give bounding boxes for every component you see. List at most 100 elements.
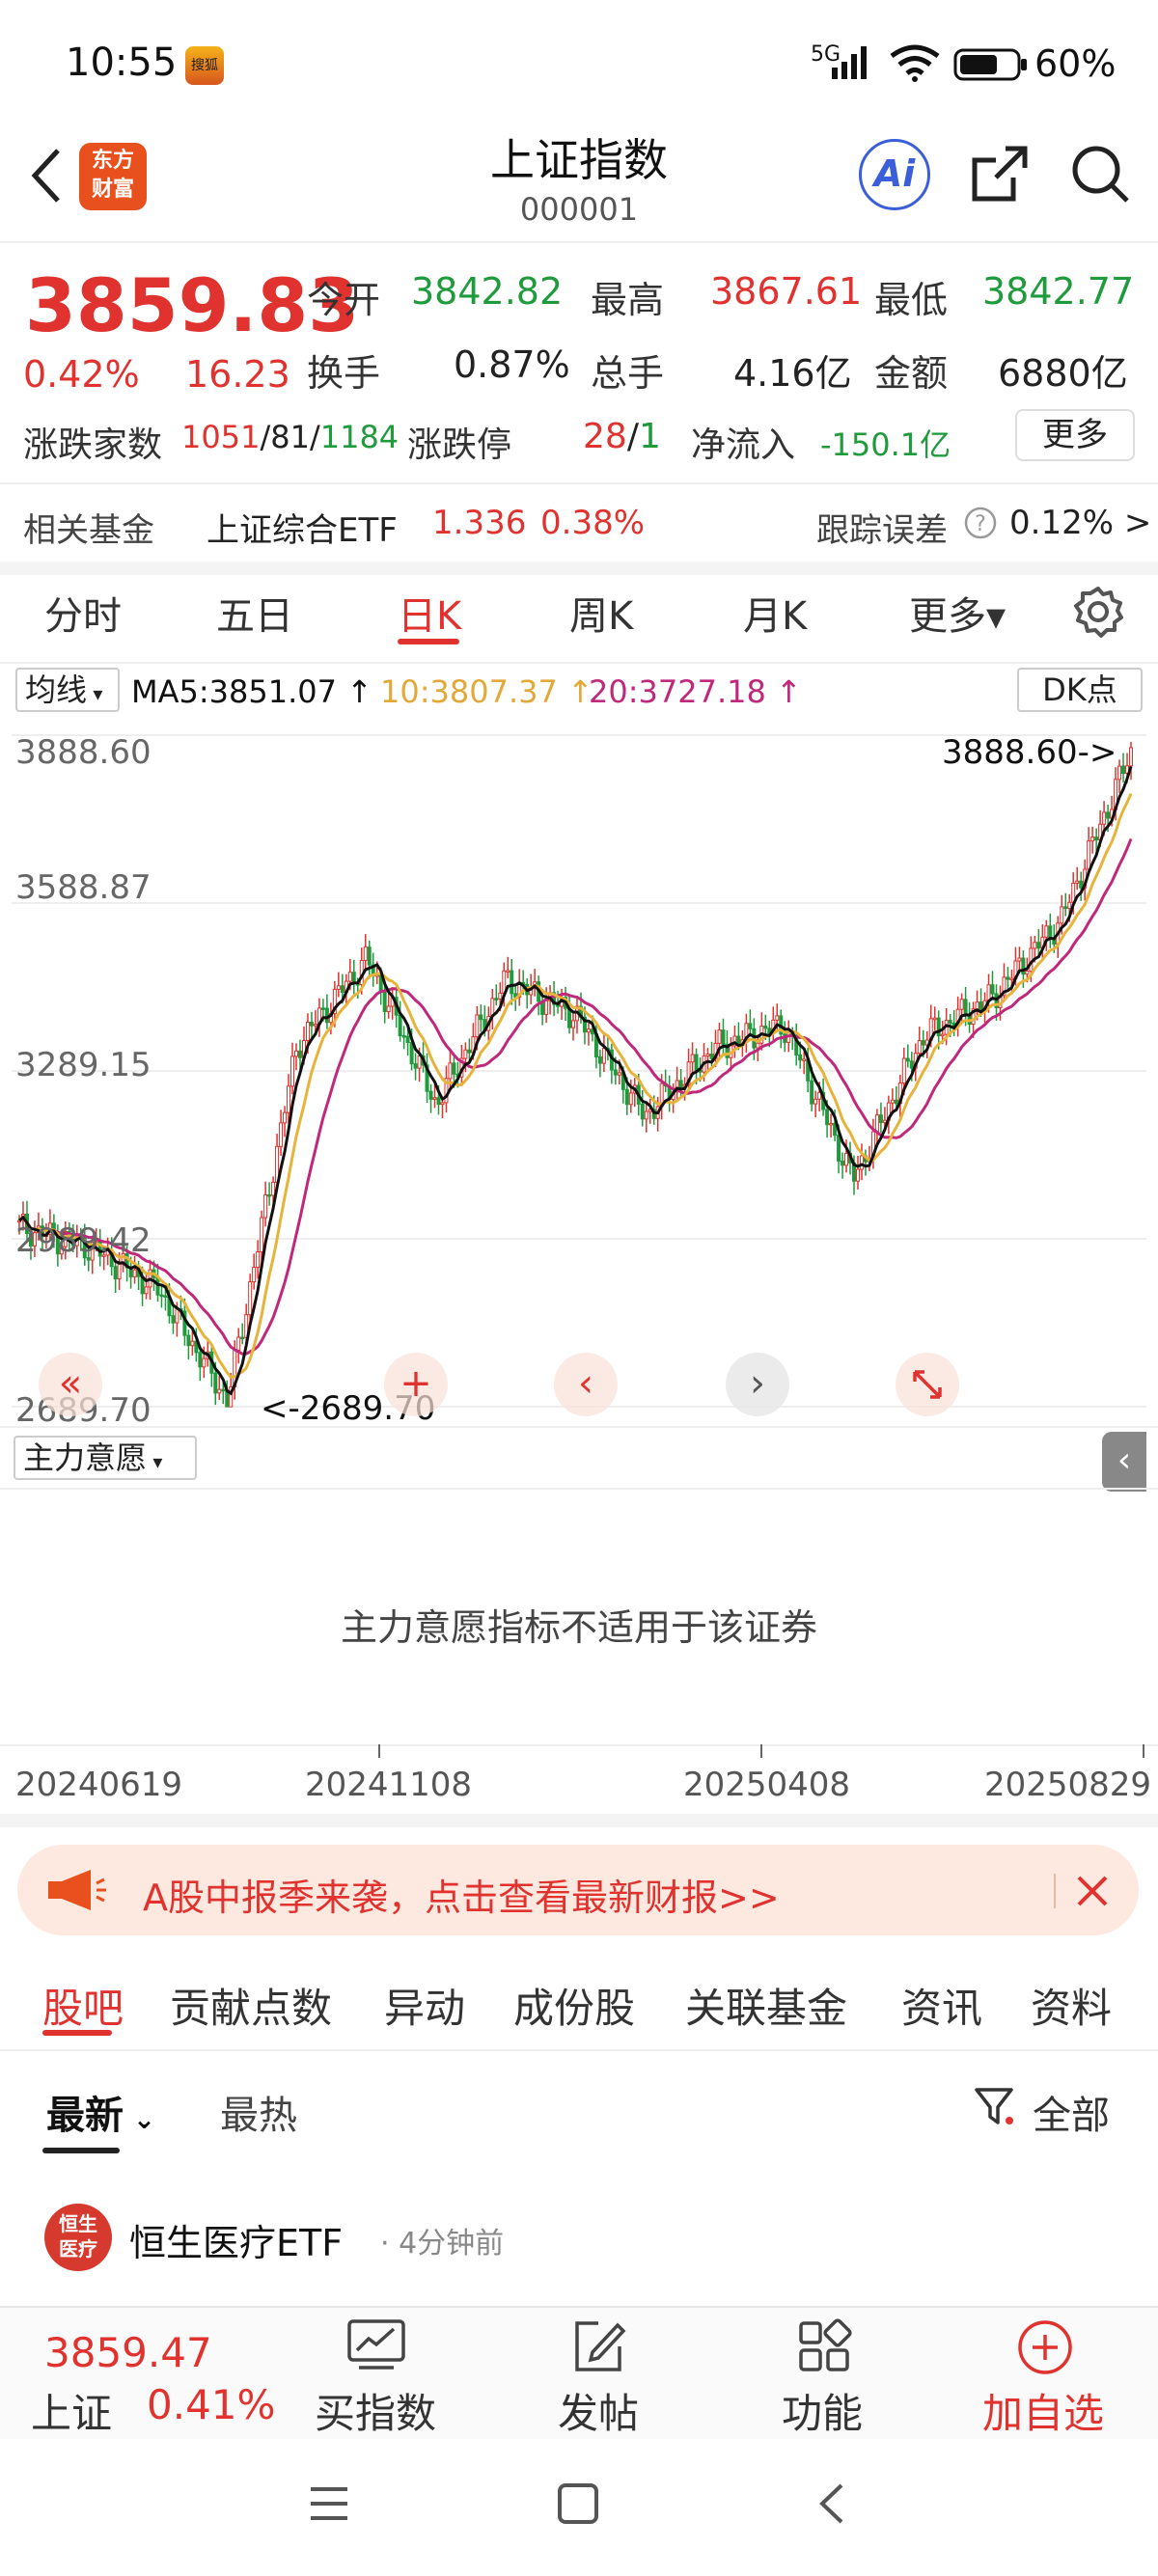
avatar[interactable]: 恒生 医疗 bbox=[44, 2204, 112, 2271]
sub-indicator-selector[interactable]: 主力意愿 ▾ bbox=[14, 1436, 197, 1480]
content-tabs-divider bbox=[0, 2049, 1158, 2051]
limit-label: 涨跌停 bbox=[407, 425, 512, 465]
x-tick-label: 20250829 bbox=[984, 1766, 1152, 1804]
dk-point-button[interactable]: DK点 bbox=[1017, 668, 1143, 712]
gear-icon[interactable] bbox=[1071, 585, 1125, 639]
search-icon[interactable] bbox=[1069, 143, 1131, 205]
max-price-marker: 3888.60-> bbox=[942, 733, 1117, 772]
tab-constituents[interactable]: 成份股 bbox=[513, 1976, 635, 2035]
functions-button[interactable]: 功能 bbox=[778, 2314, 874, 2437]
close-icon[interactable] bbox=[1073, 1872, 1112, 1910]
scroll-left-button[interactable]: ‹ bbox=[554, 1353, 618, 1416]
home-icon[interactable] bbox=[556, 2481, 600, 2526]
filter-all[interactable]: 全部 bbox=[1033, 2084, 1110, 2140]
active-content-tab-indicator bbox=[42, 2030, 112, 2036]
tab-contribution[interactable]: 贡献点数 bbox=[170, 1976, 332, 2035]
candle-body bbox=[601, 1047, 606, 1064]
buy-index-button[interactable]: 买指数 bbox=[315, 2314, 440, 2437]
tab-intraday[interactable]: 分时 bbox=[44, 585, 122, 641]
candle-body bbox=[271, 1181, 276, 1196]
scroll-left-fast-button[interactable]: « bbox=[39, 1353, 102, 1416]
candle-body bbox=[986, 984, 991, 1001]
x-tick-label: 20240619 bbox=[15, 1766, 183, 1804]
x-tick-label: 20241108 bbox=[305, 1766, 473, 1804]
candle-body bbox=[221, 1388, 226, 1392]
candle-body bbox=[256, 1251, 261, 1269]
candle-body bbox=[690, 1054, 695, 1063]
ma-selector[interactable]: 均线 ▾ bbox=[15, 668, 120, 712]
tabs-divider bbox=[0, 662, 1158, 664]
kline-chart[interactable] bbox=[12, 722, 1146, 1428]
zoom-in-button[interactable]: + bbox=[384, 1353, 448, 1416]
tab-five-day[interactable]: 五日 bbox=[216, 585, 293, 641]
candle-body bbox=[736, 1035, 741, 1045]
candle-body bbox=[932, 1017, 937, 1021]
more-quote-button[interactable]: 更多 bbox=[1015, 409, 1135, 461]
candle-body bbox=[917, 1040, 922, 1055]
candle-body bbox=[1006, 976, 1010, 980]
candle-body bbox=[975, 1001, 979, 1010]
high-value: 3867.61 bbox=[710, 270, 863, 313]
tab-movements[interactable]: 异动 bbox=[384, 1976, 465, 2035]
candle-body bbox=[1036, 942, 1041, 949]
volume-value: 4.16亿 bbox=[733, 352, 852, 395]
battery-icon bbox=[953, 48, 1027, 81]
fund-name: 上证综合ETF bbox=[207, 511, 398, 550]
tab-monthly-k[interactable]: 月K bbox=[743, 585, 807, 641]
add-circle-icon bbox=[1018, 2320, 1072, 2374]
share-icon[interactable] bbox=[969, 143, 1031, 205]
new-post-button[interactable]: 发帖 bbox=[554, 2314, 650, 2437]
candle-body bbox=[287, 1085, 291, 1113]
collapse-panel-button[interactable]: ‹ bbox=[1102, 1432, 1146, 1492]
candle-body bbox=[155, 1276, 160, 1296]
tab-daily-k[interactable]: 日K bbox=[398, 585, 461, 641]
candle-body bbox=[874, 1114, 879, 1133]
date-tick bbox=[760, 1744, 762, 1758]
help-icon[interactable]: ? bbox=[963, 506, 998, 540]
open-label: 今开 bbox=[307, 279, 381, 321]
status-bar: 10:55 搜狐 5G 60% bbox=[0, 0, 1158, 125]
candle-body bbox=[1117, 765, 1122, 781]
scroll-right-button[interactable]: › bbox=[726, 1353, 789, 1416]
sort-hot[interactable]: 最热 bbox=[220, 2084, 297, 2140]
tab-weekly-k[interactable]: 周K bbox=[569, 585, 633, 641]
candle-body bbox=[1094, 836, 1099, 841]
date-tick bbox=[1143, 1744, 1144, 1758]
signal-icon bbox=[832, 46, 867, 79]
candle-body bbox=[398, 1014, 402, 1037]
expand-icon bbox=[913, 1370, 942, 1399]
tab-more-periods[interactable]: 更多▾ bbox=[909, 585, 1006, 641]
active-tab-indicator bbox=[398, 639, 459, 644]
trend-chart-icon bbox=[347, 2319, 405, 2370]
sort-latest[interactable]: 最新 ⌄ bbox=[46, 2084, 155, 2140]
nav-back-icon[interactable] bbox=[811, 2481, 855, 2526]
candle-body bbox=[283, 1111, 288, 1124]
tab-news[interactable]: 资讯 bbox=[901, 1976, 982, 2035]
candle-body bbox=[297, 1050, 302, 1058]
ma-selector-label: 均线 bbox=[25, 671, 88, 708]
limit-down-count: 1 bbox=[638, 417, 661, 456]
menu-icon[interactable] bbox=[307, 2481, 351, 2526]
tab-related-funds[interactable]: 关联基金 bbox=[685, 1976, 847, 2035]
tab-profile[interactable]: 资料 bbox=[1031, 1976, 1112, 2035]
candle-body bbox=[190, 1340, 195, 1347]
ma20-label: 20:3727.18 ↑ bbox=[589, 673, 802, 710]
add-watchlist-button[interactable]: 加自选 bbox=[977, 2314, 1121, 2437]
candle-body bbox=[721, 1029, 726, 1045]
filter-icon[interactable] bbox=[973, 2084, 1017, 2128]
candle-body bbox=[624, 1088, 629, 1106]
candle-body bbox=[644, 1110, 648, 1120]
fullscreen-button[interactable] bbox=[896, 1353, 959, 1416]
amount-label: 金额 bbox=[874, 352, 949, 395]
candle-body bbox=[829, 1122, 834, 1126]
ai-button[interactable]: Ai bbox=[859, 139, 930, 210]
post-author[interactable]: 恒生医疗ETF bbox=[129, 2213, 343, 2266]
candle-body bbox=[798, 1055, 803, 1061]
earnings-banner[interactable]: A股中报季来袭，点击查看最新财报>> bbox=[17, 1845, 1139, 1935]
candle-body bbox=[413, 1063, 418, 1069]
tab-guba[interactable]: 股吧 bbox=[42, 1976, 124, 2035]
turnover-value: 0.87% bbox=[454, 343, 570, 386]
candle-body bbox=[202, 1357, 207, 1368]
candle-body bbox=[260, 1217, 264, 1253]
tracking-error-value[interactable]: 0.12% > bbox=[1009, 504, 1151, 542]
